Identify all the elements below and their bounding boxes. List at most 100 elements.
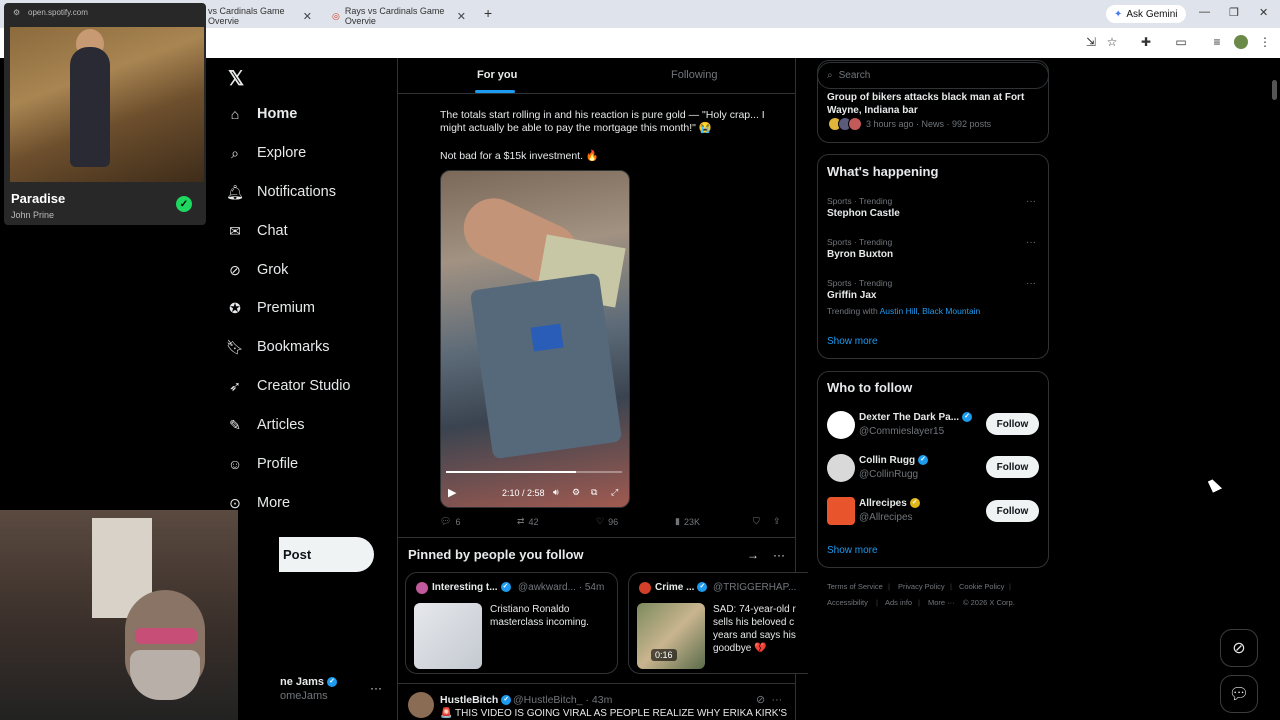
trend-meta: Sports · Trending: [827, 278, 893, 288]
like-button[interactable]: ♡ 96: [596, 516, 618, 527]
star-icon[interactable]: ☆: [1105, 35, 1119, 49]
footer-link[interactable]: Terms of Service: [827, 582, 883, 591]
footer-link[interactable]: Ads info: [885, 598, 912, 607]
timeline-tabs: [397, 58, 796, 94]
more-options-icon[interactable]: ···: [773, 548, 785, 562]
bookmark-button[interactable]: ⛉: [753, 516, 760, 527]
nav-home[interactable]: ⌂ Home: [227, 106, 298, 122]
reply-count: 6: [455, 516, 461, 527]
footer-link[interactable]: More ···: [928, 598, 955, 607]
tab-following[interactable]: Following: [671, 69, 717, 81]
views-button[interactable]: ▮ 23K: [675, 516, 700, 527]
account-name[interactable]: ne Jams ✓: [280, 676, 338, 688]
share-button[interactable]: ⇪: [773, 516, 781, 527]
fullscreen-icon[interactable]: ⤢: [611, 487, 618, 498]
restore-icon[interactable]: ❐: [1229, 6, 1239, 19]
extensions-icon[interactable]: ✚: [1139, 35, 1153, 49]
more-options-icon[interactable]: ···: [1026, 237, 1036, 248]
grok-floating-button[interactable]: ⊘: [1220, 629, 1258, 667]
sidepanel-icon[interactable]: ▭: [1174, 35, 1188, 49]
follow-name[interactable]: Collin Rugg ✓: [859, 455, 929, 466]
play-icon[interactable]: ▶: [448, 486, 456, 499]
ask-gemini-button[interactable]: ✦ Ask Gemini: [1106, 5, 1186, 23]
nav-premium[interactable]: ✪ Premium: [227, 300, 315, 317]
avatar[interactable]: [827, 411, 855, 439]
nav-explore[interactable]: ⌕ Explore: [227, 145, 306, 162]
tab-for-you[interactable]: For you: [477, 69, 517, 81]
saved-check-icon[interactable]: ✓: [176, 196, 192, 212]
nav-chat[interactable]: ✉ Chat: [227, 223, 288, 240]
footer-link[interactable]: Privacy Policy: [898, 582, 945, 591]
messages-floating-button[interactable]: 💬︎: [1220, 675, 1258, 713]
reply-button[interactable]: 💬︎ 6: [440, 516, 460, 527]
nav-articles[interactable]: ✎ Articles: [227, 417, 304, 434]
grok-icon[interactable]: ⊘ ···: [756, 693, 782, 706]
follow-button[interactable]: Follow: [986, 500, 1039, 522]
nav-label: Bookmarks: [257, 339, 330, 355]
follow-name[interactable]: Allrecipes ✓: [859, 498, 920, 509]
avatar[interactable]: [827, 454, 855, 482]
more-options-icon[interactable]: ···: [1026, 278, 1036, 289]
footer-divider: |: [1009, 582, 1011, 591]
nav-bookmarks[interactable]: 🔖︎ Bookmarks: [226, 339, 330, 356]
trend-name[interactable]: Stephon Castle: [827, 208, 900, 219]
trending-with-link[interactable]: Black Mountain: [922, 306, 980, 316]
repost-button[interactable]: ⇄ 42: [517, 516, 539, 527]
footer-link[interactable]: Accessibility: [827, 598, 868, 607]
browser-tab[interactable]: vs Cardinals Game Overvie ✕: [200, 4, 320, 28]
nav-label: Profile: [257, 456, 299, 472]
nav-more[interactable]: ⊙ More: [227, 495, 291, 512]
video-progress-bar[interactable]: [446, 471, 622, 473]
close-icon[interactable]: ✕: [457, 10, 466, 23]
x-logo[interactable]: 𝕏: [228, 66, 244, 91]
footer-link[interactable]: Cookie Policy: [959, 582, 1004, 591]
nav-label: More: [257, 495, 291, 511]
arrow-right-icon[interactable]: →: [747, 548, 759, 562]
search-input[interactable]: ⌕ Search: [817, 62, 1049, 89]
reply-icon: 💬︎: [440, 516, 452, 526]
follow-name[interactable]: Dexter The Dark Pa... ✓: [859, 412, 973, 423]
media-icon[interactable]: ≡: [1210, 35, 1224, 49]
scrollbar[interactable]: [1272, 80, 1277, 100]
show-more-link[interactable]: Show more: [827, 545, 878, 556]
avatar[interactable]: [827, 497, 855, 525]
follow-button[interactable]: Follow: [986, 413, 1039, 435]
trending-with-link[interactable]: Austin Hill: [880, 306, 918, 316]
avatar[interactable]: [408, 692, 434, 718]
nav-label: Home: [257, 106, 298, 122]
install-icon[interactable]: ⇲: [1084, 35, 1098, 49]
post-button-label: Post: [283, 547, 312, 562]
post-button[interactable]: Post: [279, 537, 374, 572]
settings-icon[interactable]: ⚙: [572, 487, 580, 498]
new-tab-button[interactable]: +: [484, 5, 492, 21]
trending-with: Trending with Austin Hill, Black Mountai…: [827, 306, 981, 316]
spotify-mini-player[interactable]: ⚙ open.spotify.com Paradise John Prine ✓: [4, 3, 206, 225]
browser-menu-icon[interactable]: ⋮: [1258, 35, 1272, 49]
nav-label: Chat: [257, 223, 288, 239]
like-count: 96: [608, 516, 619, 527]
nav-creator-studio[interactable]: ➶ Creator Studio: [227, 378, 350, 395]
trend-name[interactable]: Griffin Jax: [827, 290, 876, 301]
follow-button[interactable]: Follow: [986, 456, 1039, 478]
nav-grok[interactable]: ⊘ Grok: [227, 261, 288, 279]
pinned-card[interactable]: Interesting t... ✓ @awkward... · 54m Cris…: [405, 572, 618, 674]
account-more-icon[interactable]: ···: [370, 681, 382, 695]
show-more-link[interactable]: Show more: [827, 336, 878, 347]
verified-icon: ✓: [327, 677, 338, 688]
tweet-video[interactable]: [440, 170, 630, 508]
volume-icon[interactable]: 🔊︎: [553, 487, 559, 498]
grok-icon: ⊘: [229, 261, 241, 278]
minimize-icon[interactable]: —: [1199, 6, 1210, 18]
more-options-icon[interactable]: ···: [1026, 196, 1036, 207]
pinned-card[interactable]: Crime ... ✓ @TRIGGERHAP... 0:16 SAD: 74-y…: [628, 572, 808, 674]
tweet-author[interactable]: HustleBitch ✓: [440, 694, 512, 706]
pip-icon[interactable]: ⧉: [591, 487, 597, 498]
close-icon[interactable]: ✕: [303, 10, 312, 23]
nav-notifications[interactable]: 🔔︎ Notifications: [226, 184, 336, 201]
window-close-icon[interactable]: ✕: [1259, 6, 1268, 19]
trend-name[interactable]: Byron Buxton: [827, 249, 893, 260]
nav-profile[interactable]: ☺ Profile: [227, 456, 298, 472]
profile-avatar[interactable]: [1234, 35, 1248, 49]
news-title[interactable]: Group of bikers attacks black man at For…: [827, 91, 1042, 117]
browser-tab[interactable]: ◎ Rays vs Cardinals Game Overvie ✕: [324, 4, 474, 28]
